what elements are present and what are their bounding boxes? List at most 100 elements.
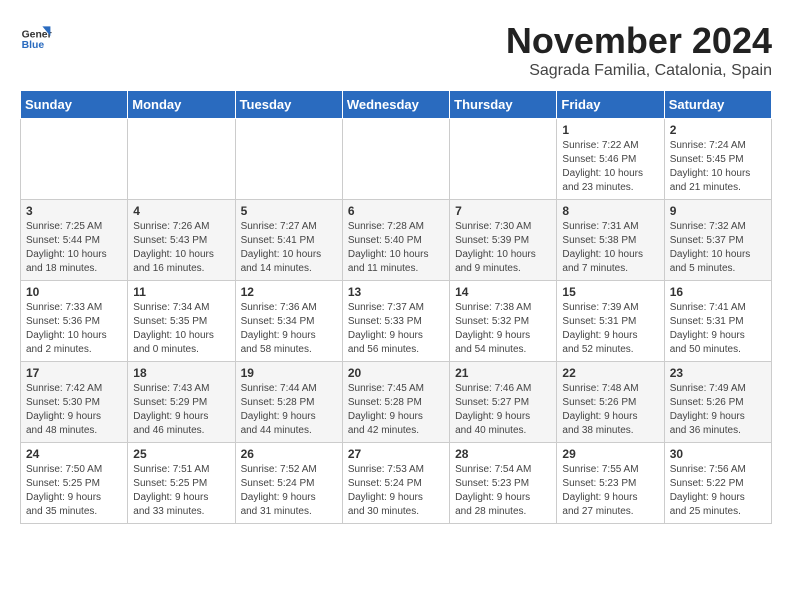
weekday-header-thursday: Thursday [450,91,557,119]
weekday-header-tuesday: Tuesday [235,91,342,119]
calendar-cell: 6Sunrise: 7:28 AM Sunset: 5:40 PM Daylig… [342,200,449,281]
calendar-cell: 19Sunrise: 7:44 AM Sunset: 5:28 PM Dayli… [235,362,342,443]
day-info: Sunrise: 7:53 AM Sunset: 5:24 PM Dayligh… [348,463,444,519]
day-info: Sunrise: 7:22 AM Sunset: 5:46 PM Dayligh… [562,139,658,195]
day-info: Sunrise: 7:45 AM Sunset: 5:28 PM Dayligh… [348,382,444,438]
calendar-cell [128,119,235,200]
calendar-cell: 12 Sunrise: 7:36 AM Sunset: 5:34 PM Dayli… [235,281,342,362]
day-info: Sunrise: 7:42 AM Sunset: 5:30 PM Dayligh… [26,382,122,438]
day-info: Sunrise: 7:48 AM Sunset: 5:26 PM Dayligh… [562,382,658,438]
calendar-cell: 21Sunrise: 7:46 AM Sunset: 5:27 PM Dayli… [450,362,557,443]
calendar-cell: 2 Sunrise: 7:24 AM Sunset: 5:45 PM Daylig… [664,119,771,200]
day-info: Sunrise: 7:52 AM Sunset: 5:24 PM Dayligh… [241,463,337,519]
day-number: 3 [26,204,122,218]
day-info: Sunrise: 7:28 AM Sunset: 5:40 PM Dayligh… [348,220,444,276]
day-number: 21 [455,366,551,380]
day-info: Sunrise: 7:26 AM Sunset: 5:43 PM Dayligh… [133,220,229,276]
logo-icon: General Blue [20,20,52,52]
day-info: Sunrise: 7:54 AM Sunset: 5:23 PM Dayligh… [455,463,551,519]
calendar-cell: 14 Sunrise: 7:38 AM Sunset: 5:32 PM Dayli… [450,281,557,362]
calendar-cell [342,119,449,200]
weekday-header-sunday: Sunday [21,91,128,119]
month-title: November 2024 [506,20,772,62]
day-number: 11 [133,285,229,299]
day-info: Sunrise: 7:55 AM Sunset: 5:23 PM Dayligh… [562,463,658,519]
day-number: 14 [455,285,551,299]
day-number: 29 [562,447,658,461]
week-row-1: 1Sunrise: 7:22 AM Sunset: 5:46 PM Daylig… [21,119,772,200]
day-number: 25 [133,447,229,461]
weekday-header-wednesday: Wednesday [342,91,449,119]
weekday-header-monday: Monday [128,91,235,119]
day-number: 30 [670,447,766,461]
header: General Blue November 2024 Sagrada Famil… [20,20,772,80]
day-number: 16 [670,285,766,299]
calendar-cell: 15 Sunrise: 7:39 AM Sunset: 5:31 PM Dayli… [557,281,664,362]
calendar-table: SundayMondayTuesdayWednesdayThursdayFrid… [20,90,772,524]
calendar-cell: 28 Sunrise: 7:54 AM Sunset: 5:23 PM Dayli… [450,443,557,524]
day-number: 5 [241,204,337,218]
day-info: Sunrise: 7:30 AM Sunset: 5:39 PM Dayligh… [455,220,551,276]
calendar-cell: 3Sunrise: 7:25 AM Sunset: 5:44 PM Daylig… [21,200,128,281]
calendar-cell: 4 Sunrise: 7:26 AM Sunset: 5:43 PM Daylig… [128,200,235,281]
day-info: Sunrise: 7:36 AM Sunset: 5:34 PM Dayligh… [241,301,337,357]
day-info: Sunrise: 7:24 AM Sunset: 5:45 PM Dayligh… [670,139,766,195]
day-info: Sunrise: 7:38 AM Sunset: 5:32 PM Dayligh… [455,301,551,357]
calendar-cell: 29 Sunrise: 7:55 AM Sunset: 5:23 PM Dayli… [557,443,664,524]
calendar-cell: 18 Sunrise: 7:43 AM Sunset: 5:29 PM Dayli… [128,362,235,443]
calendar-cell: 20 Sunrise: 7:45 AM Sunset: 5:28 PM Dayli… [342,362,449,443]
calendar-cell: 11 Sunrise: 7:34 AM Sunset: 5:35 PM Dayli… [128,281,235,362]
day-info: Sunrise: 7:43 AM Sunset: 5:29 PM Dayligh… [133,382,229,438]
calendar-cell: 7 Sunrise: 7:30 AM Sunset: 5:39 PM Daylig… [450,200,557,281]
day-number: 17 [26,366,122,380]
weekday-header-row: SundayMondayTuesdayWednesdayThursdayFrid… [21,91,772,119]
day-number: 4 [133,204,229,218]
calendar-cell [450,119,557,200]
calendar-cell: 22 Sunrise: 7:48 AM Sunset: 5:26 PM Dayli… [557,362,664,443]
week-row-2: 3Sunrise: 7:25 AM Sunset: 5:44 PM Daylig… [21,200,772,281]
week-row-4: 17 Sunrise: 7:42 AM Sunset: 5:30 PM Dayli… [21,362,772,443]
calendar-cell [21,119,128,200]
calendar-cell: 10Sunrise: 7:33 AM Sunset: 5:36 PM Dayli… [21,281,128,362]
calendar-cell: 27Sunrise: 7:53 AM Sunset: 5:24 PM Dayli… [342,443,449,524]
logo: General Blue [20,20,52,52]
day-number: 15 [562,285,658,299]
week-row-5: 24 Sunrise: 7:50 AM Sunset: 5:25 PM Dayli… [21,443,772,524]
day-number: 22 [562,366,658,380]
location-subtitle: Sagrada Familia, Catalonia, Spain [506,62,772,80]
day-number: 7 [455,204,551,218]
calendar-cell: 17 Sunrise: 7:42 AM Sunset: 5:30 PM Dayli… [21,362,128,443]
day-info: Sunrise: 7:44 AM Sunset: 5:28 PM Dayligh… [241,382,337,438]
day-info: Sunrise: 7:50 AM Sunset: 5:25 PM Dayligh… [26,463,122,519]
day-number: 2 [670,123,766,137]
title-area: November 2024 Sagrada Familia, Catalonia… [506,20,772,80]
day-info: Sunrise: 7:39 AM Sunset: 5:31 PM Dayligh… [562,301,658,357]
day-number: 24 [26,447,122,461]
day-info: Sunrise: 7:56 AM Sunset: 5:22 PM Dayligh… [670,463,766,519]
day-info: Sunrise: 7:34 AM Sunset: 5:35 PM Dayligh… [133,301,229,357]
day-info: Sunrise: 7:41 AM Sunset: 5:31 PM Dayligh… [670,301,766,357]
day-number: 26 [241,447,337,461]
day-info: Sunrise: 7:51 AM Sunset: 5:25 PM Dayligh… [133,463,229,519]
calendar-cell: 13Sunrise: 7:37 AM Sunset: 5:33 PM Dayli… [342,281,449,362]
day-info: Sunrise: 7:32 AM Sunset: 5:37 PM Dayligh… [670,220,766,276]
day-number: 13 [348,285,444,299]
weekday-header-saturday: Saturday [664,91,771,119]
svg-text:Blue: Blue [22,40,45,51]
day-number: 12 [241,285,337,299]
calendar-cell: 16 Sunrise: 7:41 AM Sunset: 5:31 PM Dayli… [664,281,771,362]
calendar-cell: 26 Sunrise: 7:52 AM Sunset: 5:24 PM Dayli… [235,443,342,524]
day-info: Sunrise: 7:49 AM Sunset: 5:26 PM Dayligh… [670,382,766,438]
calendar-cell: 23Sunrise: 7:49 AM Sunset: 5:26 PM Dayli… [664,362,771,443]
calendar-cell: 8Sunrise: 7:31 AM Sunset: 5:38 PM Daylig… [557,200,664,281]
calendar-cell [235,119,342,200]
day-number: 20 [348,366,444,380]
calendar-cell: 1Sunrise: 7:22 AM Sunset: 5:46 PM Daylig… [557,119,664,200]
weekday-header-friday: Friday [557,91,664,119]
day-number: 8 [562,204,658,218]
calendar-cell: 5 Sunrise: 7:27 AM Sunset: 5:41 PM Daylig… [235,200,342,281]
day-number: 28 [455,447,551,461]
day-number: 18 [133,366,229,380]
day-info: Sunrise: 7:33 AM Sunset: 5:36 PM Dayligh… [26,301,122,357]
day-info: Sunrise: 7:27 AM Sunset: 5:41 PM Dayligh… [241,220,337,276]
